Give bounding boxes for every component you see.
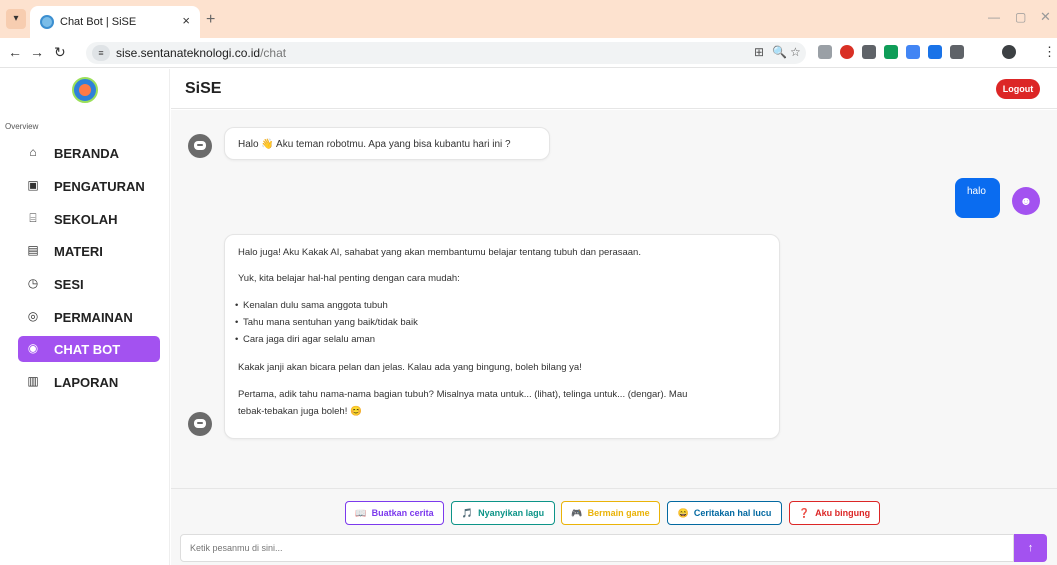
user-avatar-icon: ☻ bbox=[1012, 187, 1040, 215]
tab-title: Chat Bot | SiSE bbox=[60, 16, 137, 28]
reload-icon[interactable]: ↻ bbox=[54, 44, 66, 61]
home-icon: ⌂ bbox=[29, 145, 37, 159]
quick-reply-buatkan-cerita[interactable]: 📖 Buatkan cerita bbox=[345, 501, 444, 525]
doc-extension-icon[interactable] bbox=[928, 45, 942, 59]
user-settings-icon: ▣ bbox=[27, 178, 39, 192]
browser-menu-icon[interactable]: ⋮ bbox=[1043, 44, 1056, 60]
sidebar-item-label: SEKOLAH bbox=[54, 212, 118, 227]
bot-avatar bbox=[188, 134, 212, 158]
sidebar-item-label: SESI bbox=[54, 277, 84, 292]
sidebar-section-label: Overview bbox=[5, 122, 39, 131]
book-icon: ▤ bbox=[27, 243, 39, 257]
music-icon: 🎵 bbox=[461, 508, 474, 518]
window-restore-icon[interactable]: ▢ bbox=[1015, 10, 1026, 24]
send-button[interactable]: ↑ bbox=[1014, 534, 1047, 562]
tab-close-icon[interactable]: × bbox=[182, 13, 190, 28]
sidebar-item-label: LAPORAN bbox=[54, 375, 119, 390]
message-input-row: ↑ bbox=[180, 534, 1047, 562]
timer-icon: ◷ bbox=[27, 276, 39, 290]
zoom-icon[interactable]: 🔍 bbox=[772, 45, 787, 59]
logout-button[interactable]: Logout bbox=[996, 79, 1040, 99]
sidebar-item-label: PENGATURAN bbox=[54, 179, 145, 194]
app-logo bbox=[72, 77, 98, 103]
bot-avatar bbox=[188, 412, 212, 436]
bot-reply-paragraph: tebak-tebakan juga boleh! 😊 bbox=[238, 406, 362, 417]
extensions-puzzle-icon[interactable] bbox=[950, 45, 964, 59]
sidebar-item-label: PERMAINAN bbox=[54, 310, 133, 325]
school-icon: ⌸ bbox=[29, 211, 37, 225]
report-icon: ▥ bbox=[27, 374, 39, 388]
red-extension-icon[interactable] bbox=[840, 45, 854, 59]
bot-reply-paragraph: Pertama, adik tahu nama-nama bagian tubu… bbox=[238, 389, 688, 400]
play-extension-icon[interactable] bbox=[862, 45, 876, 59]
sidebar-item-sesi[interactable]: ◷ SESI bbox=[18, 271, 160, 297]
arrow-up-icon: ↑ bbox=[1027, 542, 1034, 554]
url-text: sise.sentanateknologi.co.id/chat bbox=[116, 46, 287, 60]
question-icon: ❓ bbox=[798, 508, 811, 518]
quick-reply-bermain-game[interactable]: 🎮 Bermain game bbox=[561, 501, 660, 525]
window-close-icon[interactable]: ✕ bbox=[1040, 9, 1051, 25]
bot-reply-paragraph: Yuk, kita belajar hal-hal penting dengan… bbox=[238, 273, 460, 284]
sidebar: Overview ⌂ BERANDA ▣ PENGATURAN ⌸ SEKOLA… bbox=[0, 69, 170, 565]
profile-avatar-icon[interactable] bbox=[1002, 45, 1016, 59]
quick-reply-nyanyikan-lagu[interactable]: 🎵 Nyanyikan lagu bbox=[451, 501, 555, 525]
back-icon[interactable]: ← bbox=[8, 44, 22, 60]
user-message-text: halo bbox=[967, 186, 986, 197]
bot-reply-paragraph: Kakak janji akan bicara pelan dan jelas.… bbox=[238, 362, 582, 373]
quick-reply-aku-bingung[interactable]: ❓ Aku bingung bbox=[789, 501, 880, 525]
chat-messages: Halo 👋 Aku teman robotmu. Apa yang bisa … bbox=[171, 110, 1057, 488]
bookmark-star-icon[interactable]: ☆ bbox=[790, 45, 801, 59]
camera-extension-icon[interactable] bbox=[818, 45, 832, 59]
sidebar-item-materi[interactable]: ▤ MATERI bbox=[18, 238, 160, 264]
browser-tab-bar: ▾ Chat Bot | SiSE × + — ▢ ✕ bbox=[0, 0, 1057, 38]
sidebar-item-chat-bot[interactable]: ◉ CHAT BOT bbox=[18, 336, 160, 362]
list-item: Kenalan dulu sama anggota tubuh bbox=[235, 300, 388, 311]
page-title: SiSE bbox=[185, 80, 222, 97]
bot-reply-paragraph: Halo juga! Aku Kakak AI, sahabat yang ak… bbox=[238, 247, 641, 258]
sidebar-item-laporan[interactable]: ▥ LAPORAN bbox=[18, 369, 160, 395]
list-item: Cara jaga diri agar selalu aman bbox=[235, 334, 375, 345]
game-icon: 🎮 bbox=[571, 508, 583, 518]
bot-message: Halo juga! Aku Kakak AI, sahabat yang ak… bbox=[224, 234, 780, 439]
sidebar-item-permainan[interactable]: ◎ PERMAINAN bbox=[18, 304, 160, 330]
sidebar-item-beranda[interactable]: ⌂ BERANDA bbox=[18, 140, 160, 166]
quick-reply-ceritakan-hal-lucu[interactable]: 😄 Ceritakan hal lucu bbox=[667, 501, 782, 525]
browser-tab[interactable]: Chat Bot | SiSE × bbox=[30, 6, 200, 38]
window-minimize-icon[interactable]: — bbox=[988, 10, 1000, 24]
tab-search-button[interactable]: ▾ bbox=[6, 9, 26, 29]
gamepad-icon: ◎ bbox=[27, 309, 39, 323]
message-input[interactable] bbox=[180, 534, 1014, 562]
site-info-icon[interactable]: ≡ bbox=[92, 45, 110, 61]
forward-icon[interactable]: → bbox=[30, 44, 44, 60]
translate-icon[interactable]: ⊞ bbox=[754, 45, 764, 59]
chat-composer: 📖 Buatkan cerita 🎵 Nyanyikan lagu 🎮 Bermain… bbox=[171, 488, 1057, 565]
app-header: SiSE Logout bbox=[171, 69, 1057, 109]
sidebar-item-label: CHAT BOT bbox=[54, 342, 121, 357]
sidebar-item-pengaturan[interactable]: ▣ PENGATURAN bbox=[18, 173, 160, 199]
home-extension-icon[interactable] bbox=[884, 45, 898, 59]
list-item: Tahu mana sentuhan yang baik/tidak baik bbox=[235, 317, 418, 328]
search-extension-icon[interactable] bbox=[906, 45, 920, 59]
sidebar-item-label: BERANDA bbox=[54, 146, 119, 161]
book-icon: 📖 bbox=[355, 508, 367, 518]
tab-favicon-icon bbox=[40, 15, 54, 29]
new-tab-icon[interactable]: + bbox=[206, 11, 215, 29]
sidebar-item-sekolah[interactable]: ⌸ SEKOLAH bbox=[18, 206, 160, 232]
bot-message-text: Halo 👋 Aku teman robotmu. Apa yang bisa … bbox=[238, 139, 511, 150]
smile-icon: 😄 bbox=[677, 508, 689, 518]
user-message: halo bbox=[955, 178, 1000, 218]
bot-message: Halo 👋 Aku teman robotmu. Apa yang bisa … bbox=[224, 127, 550, 160]
chat-icon: ◉ bbox=[27, 341, 39, 355]
browser-toolbar: ← → ↻ ≡ sise.sentanateknologi.co.id/chat… bbox=[0, 38, 1057, 68]
sidebar-item-label: MATERI bbox=[54, 244, 103, 259]
address-bar[interactable]: ≡ sise.sentanateknologi.co.id/chat ⊞ 🔍 ☆ bbox=[86, 42, 806, 64]
